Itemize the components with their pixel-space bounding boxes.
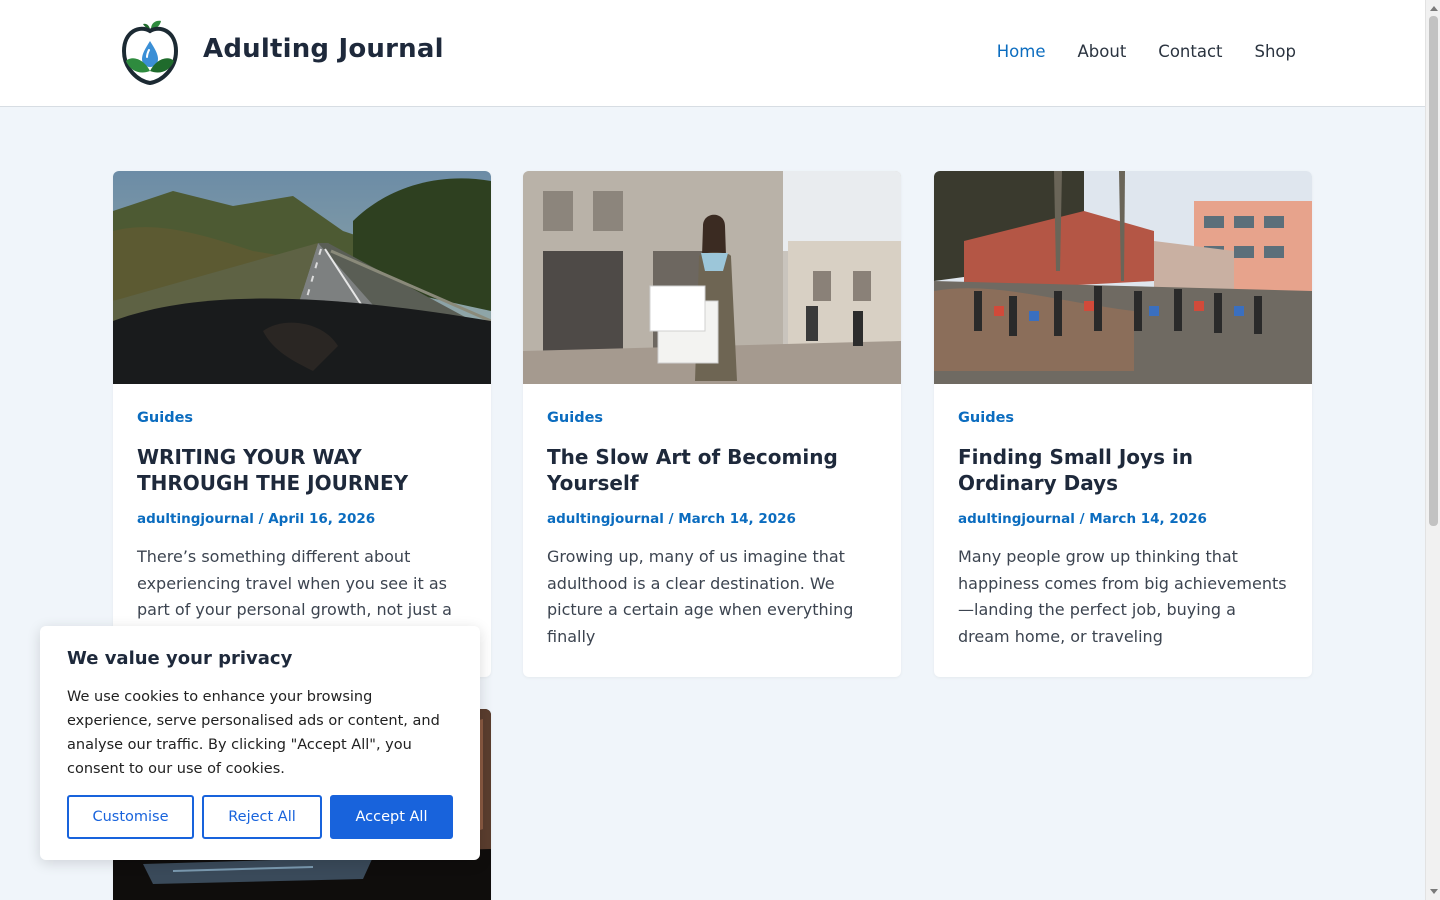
nav-shop-link[interactable]: Shop — [1255, 42, 1297, 61]
post-card: Guides Finding Small Joys in Ordinary Da… — [934, 171, 1312, 677]
nav-about-link[interactable]: About — [1078, 42, 1127, 61]
nav-home-link[interactable]: Home — [997, 42, 1046, 61]
site-title[interactable]: Adulting Journal — [203, 34, 444, 64]
scroll-down-arrow-icon[interactable] — [1430, 889, 1438, 894]
post-title[interactable]: The Slow Art of Becoming Yourself — [547, 444, 877, 496]
cookie-consent-banner: We value your privacy We use cookies to … — [40, 626, 480, 860]
post-excerpt: There’s something different about experi… — [137, 547, 452, 619]
customise-button[interactable]: Customise — [67, 795, 194, 839]
cookie-buttons: Customise Reject All Accept All — [67, 795, 453, 839]
post-author[interactable]: adultingjournal — [547, 511, 664, 527]
post-category[interactable]: Guides — [137, 410, 467, 426]
meta-separator: / — [1079, 511, 1085, 527]
cookie-banner-text: We use cookies to enhance your browsing … — [67, 689, 440, 777]
post-meta: adultingjournal / April 16, 2026 — [137, 511, 467, 527]
post-date[interactable]: March 14, 2026 — [1089, 511, 1207, 527]
post-excerpt: Growing up, many of us imagine that adul… — [547, 547, 854, 646]
post-date[interactable]: March 14, 2026 — [678, 511, 796, 527]
post-category[interactable]: Guides — [547, 410, 877, 426]
page-scrollbar[interactable] — [1425, 0, 1440, 900]
meta-separator: / — [668, 511, 674, 527]
woman-shopping-street-photo[interactable] — [523, 171, 901, 384]
main-nav: Home About Contact Shop — [997, 42, 1296, 61]
cookie-banner-title: We value your privacy — [67, 648, 293, 669]
post-author[interactable]: adultingjournal — [137, 511, 254, 527]
post-category[interactable]: Guides — [958, 410, 1288, 426]
busy-market-photo[interactable] — [934, 171, 1312, 384]
post-title[interactable]: Finding Small Joys in Ordinary Days — [958, 444, 1288, 496]
post-card: Guides The Slow Art of Becoming Yourself… — [523, 171, 901, 677]
scrollbar-thumb[interactable] — [1429, 16, 1438, 526]
post-excerpt: Many people grow up thinking that happin… — [958, 547, 1287, 646]
reject-all-button[interactable]: Reject All — [202, 795, 322, 839]
site-logo-icon[interactable] — [118, 19, 182, 87]
post-title[interactable]: WRITING YOUR WAY THROUGH THE JOURNEY — [137, 444, 467, 496]
post-date[interactable]: April 16, 2026 — [268, 511, 375, 527]
post-meta: adultingjournal / March 14, 2026 — [547, 511, 877, 527]
road-trip-photo[interactable] — [113, 171, 491, 384]
site-header: Adulting Journal Home About Contact Shop — [0, 0, 1425, 107]
post-meta: adultingjournal / March 14, 2026 — [958, 511, 1288, 527]
nav-contact-link[interactable]: Contact — [1158, 42, 1222, 61]
accept-all-button[interactable]: Accept All — [330, 795, 453, 839]
post-card: Guides WRITING YOUR WAY THROUGH THE JOUR… — [113, 171, 491, 677]
scroll-up-arrow-icon[interactable] — [1430, 6, 1438, 11]
meta-separator: / — [258, 511, 264, 527]
post-author[interactable]: adultingjournal — [958, 511, 1075, 527]
